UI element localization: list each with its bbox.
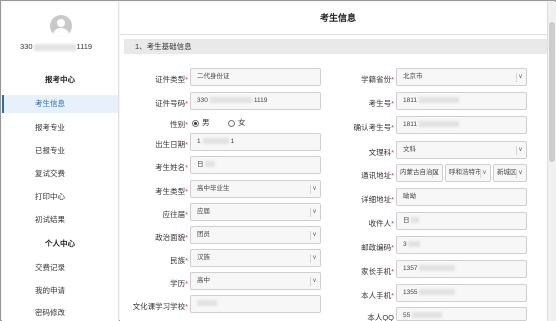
- confirm-no-field[interactable]: 1811: [396, 116, 527, 134]
- receiver-field[interactable]: 日: [396, 212, 527, 230]
- radio-empty-icon: [228, 119, 235, 127]
- section-band: 1、考生基础信息: [124, 39, 552, 54]
- sidebar-item-my-applications[interactable]: 我的申请: [2, 282, 118, 300]
- scrollbar-thumb[interactable]: [549, 22, 555, 162]
- chevron-down-icon: v: [310, 185, 318, 194]
- qq-label: 本人QQ: [367, 313, 394, 321]
- exam-no-field[interactable]: 1811: [396, 92, 527, 110]
- address-district-select[interactable]: 新城区 v: [493, 164, 527, 182]
- school-field[interactable]: [190, 295, 321, 313]
- gender-male-radio[interactable]: 男: [192, 118, 210, 128]
- chevron-down-icon: v: [310, 208, 318, 217]
- sidebar-item-apply-major[interactable]: 报考专业: [2, 119, 118, 137]
- sidebar-item-initial-result[interactable]: 初试结果: [2, 211, 118, 229]
- receiver-label: 收件人*: [368, 219, 394, 228]
- candidate-type-select[interactable]: 高中毕业生 v: [190, 180, 321, 198]
- gender-female-radio[interactable]: 女: [228, 118, 246, 128]
- fresh-label: 应往届*: [162, 210, 188, 219]
- vertical-scrollbar[interactable]: [547, 2, 556, 321]
- fresh-select[interactable]: 应届 v: [190, 203, 321, 221]
- redacted-mask: [33, 43, 76, 51]
- postcode-label: 邮政编码*: [361, 243, 394, 252]
- chevron-down-icon: v: [516, 73, 524, 82]
- province-label: 学籍省份*: [361, 75, 394, 84]
- chevron-down-icon: v: [310, 277, 318, 286]
- chevron-down-icon: v: [310, 254, 318, 263]
- parent-phone-label: 家长手机*: [361, 267, 394, 276]
- candidate-type-label: 考生类型*: [155, 187, 188, 196]
- postcode-field[interactable]: 3: [396, 236, 527, 254]
- sidebar-item-applied-major[interactable]: 已报专业: [2, 142, 118, 160]
- chevron-down-icon: v: [516, 169, 524, 178]
- address-province-select[interactable]: 内蒙古自治区 v: [396, 164, 443, 182]
- politics-select[interactable]: 团员 v: [190, 226, 321, 244]
- id-type-label: 证件类型*: [155, 75, 188, 84]
- subject-select[interactable]: 文科 v: [396, 141, 527, 159]
- chevron-down-icon: v: [432, 169, 440, 178]
- chevron-down-icon: v: [310, 231, 318, 240]
- section-title-personal-center: 个人中心: [45, 239, 75, 248]
- radio-selected-icon: [192, 119, 199, 127]
- sidebar-item-retest-fee[interactable]: 复试交费: [2, 165, 118, 183]
- user-id: 330 1119: [20, 42, 92, 51]
- sidebar-item-candidate-info[interactable]: 考生信息: [2, 95, 118, 113]
- app-frame: 330 1119 报考中心 考生信息 报考专业 已报专业 复试交费 打印中心 初试…: [0, 0, 556, 321]
- address-label: 通讯地址*: [361, 171, 394, 180]
- birth-field[interactable]: 11: [190, 133, 321, 151]
- exam-no-label: 考生号*: [368, 99, 394, 108]
- confirm-no-label: 确认考生号*: [353, 123, 394, 132]
- user-id-prefix: 330: [20, 42, 33, 51]
- main-content: 考生信息 1、考生基础信息 证件类型* 二代身份证 证件号码* 330 1119 …: [120, 2, 556, 321]
- avatar: [50, 15, 72, 37]
- name-label: 考生姓名*: [155, 163, 188, 172]
- parent-phone-field[interactable]: 1357: [396, 260, 527, 278]
- section-title-exam-center: 报考中心: [45, 75, 75, 84]
- birth-label: 出生日期*: [155, 140, 188, 149]
- page-title: 考生信息: [120, 2, 556, 35]
- sidebar-item-print-center[interactable]: 打印中心: [2, 188, 118, 206]
- name-field[interactable]: 日: [190, 156, 321, 174]
- detail-field[interactable]: 呦呦: [396, 188, 527, 206]
- province-select[interactable]: 北京市 v: [396, 68, 527, 86]
- ethnicity-label: 民族*: [170, 256, 188, 265]
- education-select[interactable]: 高中 v: [190, 272, 321, 290]
- chevron-down-icon: v: [516, 146, 524, 155]
- sidebar: 330 1119 报考中心 考生信息 报考专业 已报专业 复试交费 打印中心 初试…: [2, 2, 119, 321]
- politics-label: 政治面貌*: [155, 233, 188, 242]
- id-number-field[interactable]: 330 1119: [190, 92, 321, 110]
- school-label: 文化课学习学校*: [132, 302, 188, 311]
- own-phone-label: 本人手机*: [361, 291, 394, 300]
- gender-label: 性别*: [170, 120, 188, 129]
- sidebar-item-payment-records[interactable]: 交费记录: [2, 259, 118, 277]
- sidebar-item-change-password[interactable]: 密码修改: [2, 304, 118, 321]
- chevron-down-icon: v: [480, 169, 488, 178]
- subject-label: 文理科*: [368, 148, 394, 157]
- ethnicity-select[interactable]: 汉族 v: [190, 249, 321, 267]
- id-type-field[interactable]: 二代身份证: [190, 68, 321, 86]
- education-label: 学历*: [170, 279, 188, 288]
- detail-label: 详细地址*: [361, 195, 394, 204]
- user-id-suffix: 1119: [76, 42, 93, 51]
- id-number-label: 证件号码*: [155, 99, 188, 108]
- address-city-select[interactable]: 呼和浩特市 v: [445, 164, 491, 182]
- own-phone-field[interactable]: 1355: [396, 284, 527, 302]
- qq-field[interactable]: 55: [396, 307, 527, 321]
